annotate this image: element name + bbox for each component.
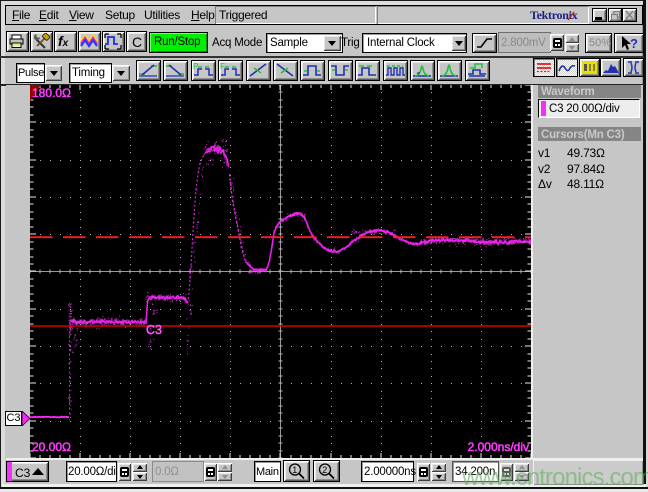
svg-text:1: 1 <box>292 465 297 475</box>
svg-text:?: ? <box>630 36 638 51</box>
svg-text:180.0Ω: 180.0Ω <box>32 86 71 100</box>
svg-text:C3: C3 <box>146 323 162 337</box>
svg-text:2: 2 <box>322 465 327 475</box>
svg-text:2.000ns/div: 2.000ns/div <box>468 440 529 454</box>
svg-text:20.00Ω: 20.00Ω <box>32 440 71 454</box>
